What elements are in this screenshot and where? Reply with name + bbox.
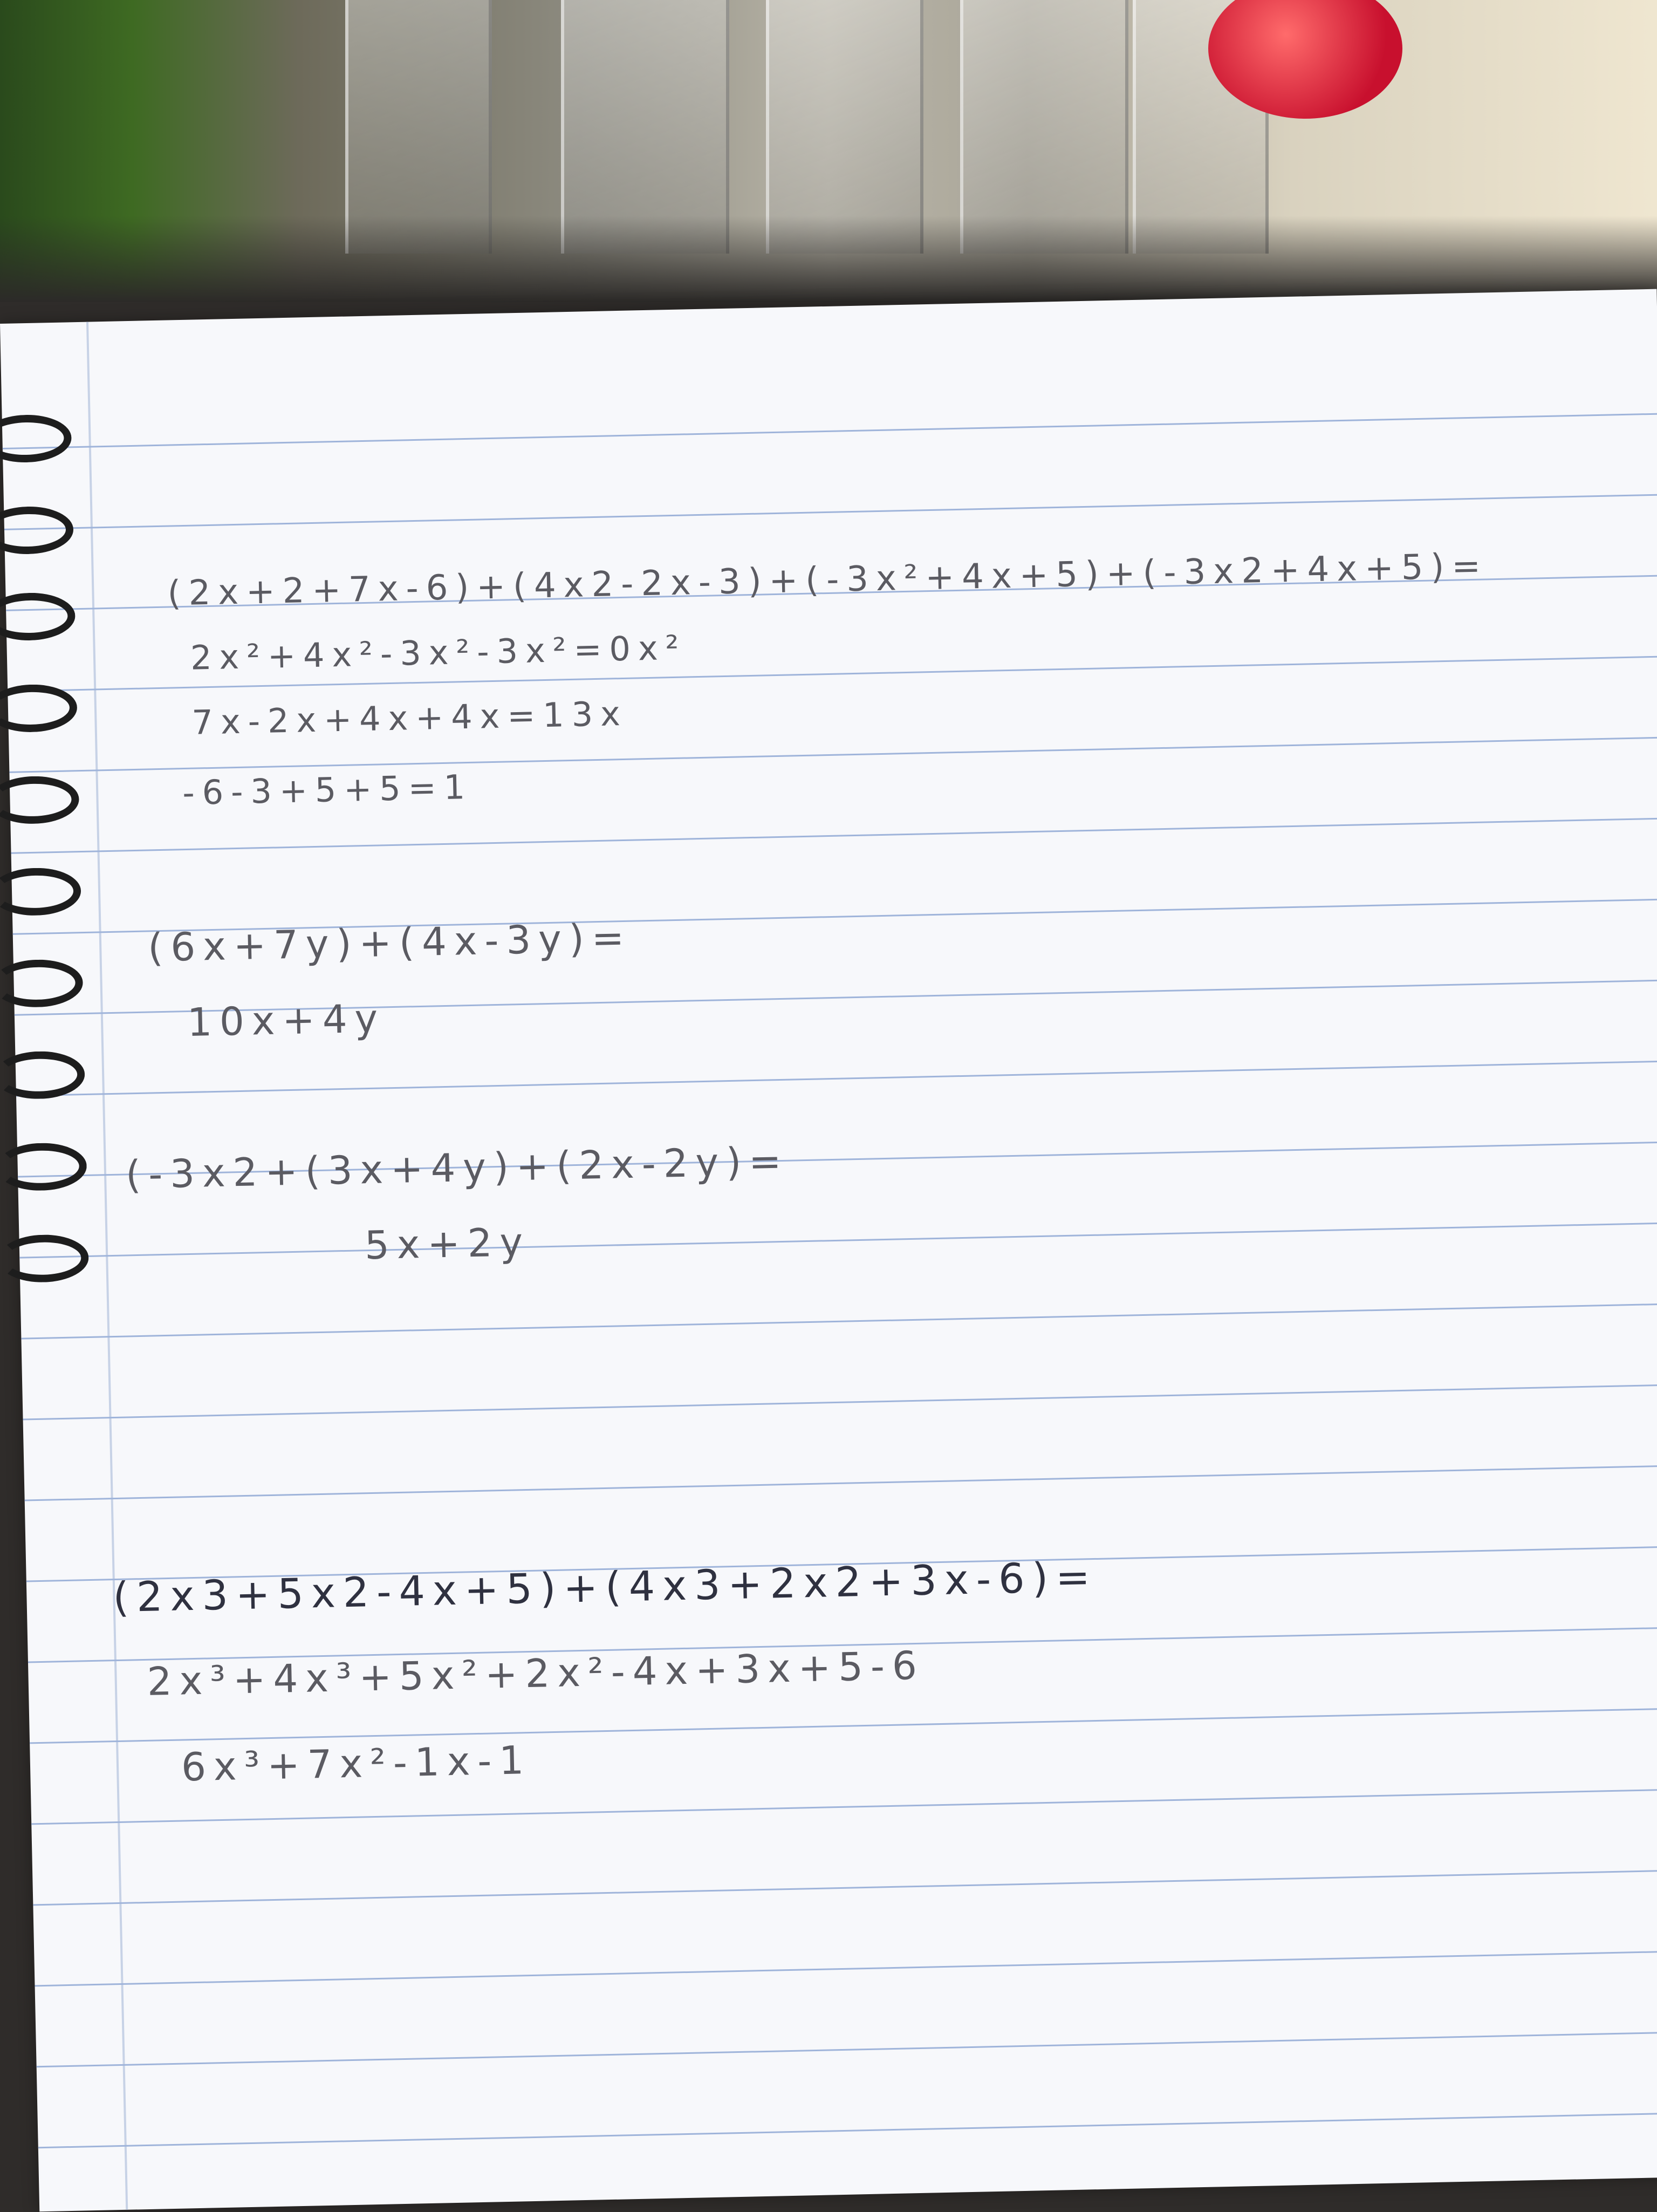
- problem-2-line-1: (6x+7y)+(4x-3y)=: [147, 914, 632, 971]
- ruled-line: [31, 1788, 1657, 1825]
- spiral-binding-ring: [0, 1233, 90, 1283]
- problem-4-line-3: 6x³+7x²-1x-1: [181, 1737, 532, 1790]
- problem-1-line-2: 2x²+4x²-3x²-3x²=0x²: [190, 627, 687, 678]
- crystal-decor: [345, 0, 492, 254]
- spiral-binding-ring: [0, 684, 78, 733]
- problem-1-line-4: -6-3+5+5=1: [182, 767, 473, 813]
- problem-3-line-1: (-3x2+(3x+4y)+(2x-2y)=: [125, 1138, 790, 1198]
- ruled-line: [38, 2112, 1657, 2149]
- ruled-line: [19, 1222, 1657, 1259]
- ruled-line: [24, 1465, 1657, 1501]
- crystal-decor: [766, 0, 923, 254]
- crystal-decor: [960, 0, 1128, 254]
- spiral-binding-ring: [0, 867, 81, 917]
- spiral-binding-ring: [0, 775, 80, 825]
- ruled-line: [16, 1060, 1657, 1097]
- notebook-page: (2x+2+7x-6)+(4x2-2x-3)+(-3x²+4x+5)+(-3x2…: [0, 289, 1657, 2212]
- ruled-line: [21, 1303, 1657, 1340]
- spiral-binding-ring: [0, 414, 72, 463]
- spiral-binding-ring: [0, 506, 74, 555]
- ruled-line: [30, 1708, 1657, 1744]
- problem-1-line-1: (2x+2+7x-6)+(4x2-2x-3)+(-3x²+4x+5)+(-3x2…: [167, 546, 1489, 614]
- ruled-line: [4, 494, 1657, 530]
- ruled-line: [11, 817, 1657, 854]
- problem-4-line-1: (2x3+5x2-4x+5)+(4x3+2x2+3x-6)=: [112, 1552, 1098, 1622]
- ruled-line: [9, 736, 1657, 773]
- spiral-binding-ring: [0, 959, 84, 1008]
- problem-3-line-2: 5x+2y: [364, 1219, 531, 1268]
- ruled-line: [2, 413, 1657, 449]
- background-scene: [0, 0, 1657, 302]
- spiral-binding-ring: [0, 1142, 87, 1192]
- problem-2-line-2: 10x+4y: [187, 995, 386, 1046]
- ruled-line: [33, 1869, 1657, 1906]
- ruled-line: [35, 1950, 1657, 1987]
- problem-4-line-2: 2x³+4x³+5x²+2x²-4x+3x+5-6: [146, 1642, 925, 1704]
- ruled-line: [23, 1384, 1657, 1421]
- problem-1-line-3: 7x-2x+4x+4x=13x: [191, 693, 628, 742]
- crystal-decor: [561, 0, 729, 254]
- spiral-binding-ring: [0, 592, 76, 641]
- ruled-line: [36, 2031, 1657, 2068]
- margin-line: [86, 322, 128, 2210]
- spiral-binding-ring: [0, 1050, 86, 1100]
